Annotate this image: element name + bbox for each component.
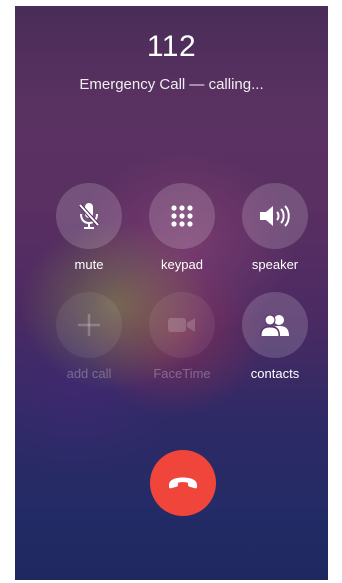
microphone-slash-icon [78, 203, 100, 229]
video-camera-icon [168, 318, 195, 332]
keypad-grid-icon [171, 205, 193, 227]
call-screen: 112 Emergency Call — calling... mute key… [15, 6, 328, 580]
contacts-label: contacts [250, 366, 300, 381]
keypad-label: keypad [161, 257, 203, 272]
call-status: Emergency Call — calling... [79, 76, 264, 93]
mute-label: mute [74, 257, 104, 272]
facetime-button[interactable] [149, 292, 215, 358]
call-number: 112 [146, 30, 197, 63]
speaker-label: speaker [251, 257, 299, 272]
end-call-button[interactable] [150, 450, 216, 516]
add-call-label: add call [66, 366, 112, 381]
keypad-button[interactable] [149, 183, 215, 249]
speaker-button[interactable] [242, 183, 308, 249]
plus-icon [78, 314, 100, 336]
speaker-icon [260, 205, 290, 227]
facetime-label: FaceTime [153, 366, 211, 381]
contacts-icon [260, 314, 289, 336]
add-call-button[interactable] [56, 292, 122, 358]
end-call-icon [169, 477, 197, 489]
mute-button[interactable] [56, 183, 122, 249]
contacts-button[interactable] [242, 292, 308, 358]
